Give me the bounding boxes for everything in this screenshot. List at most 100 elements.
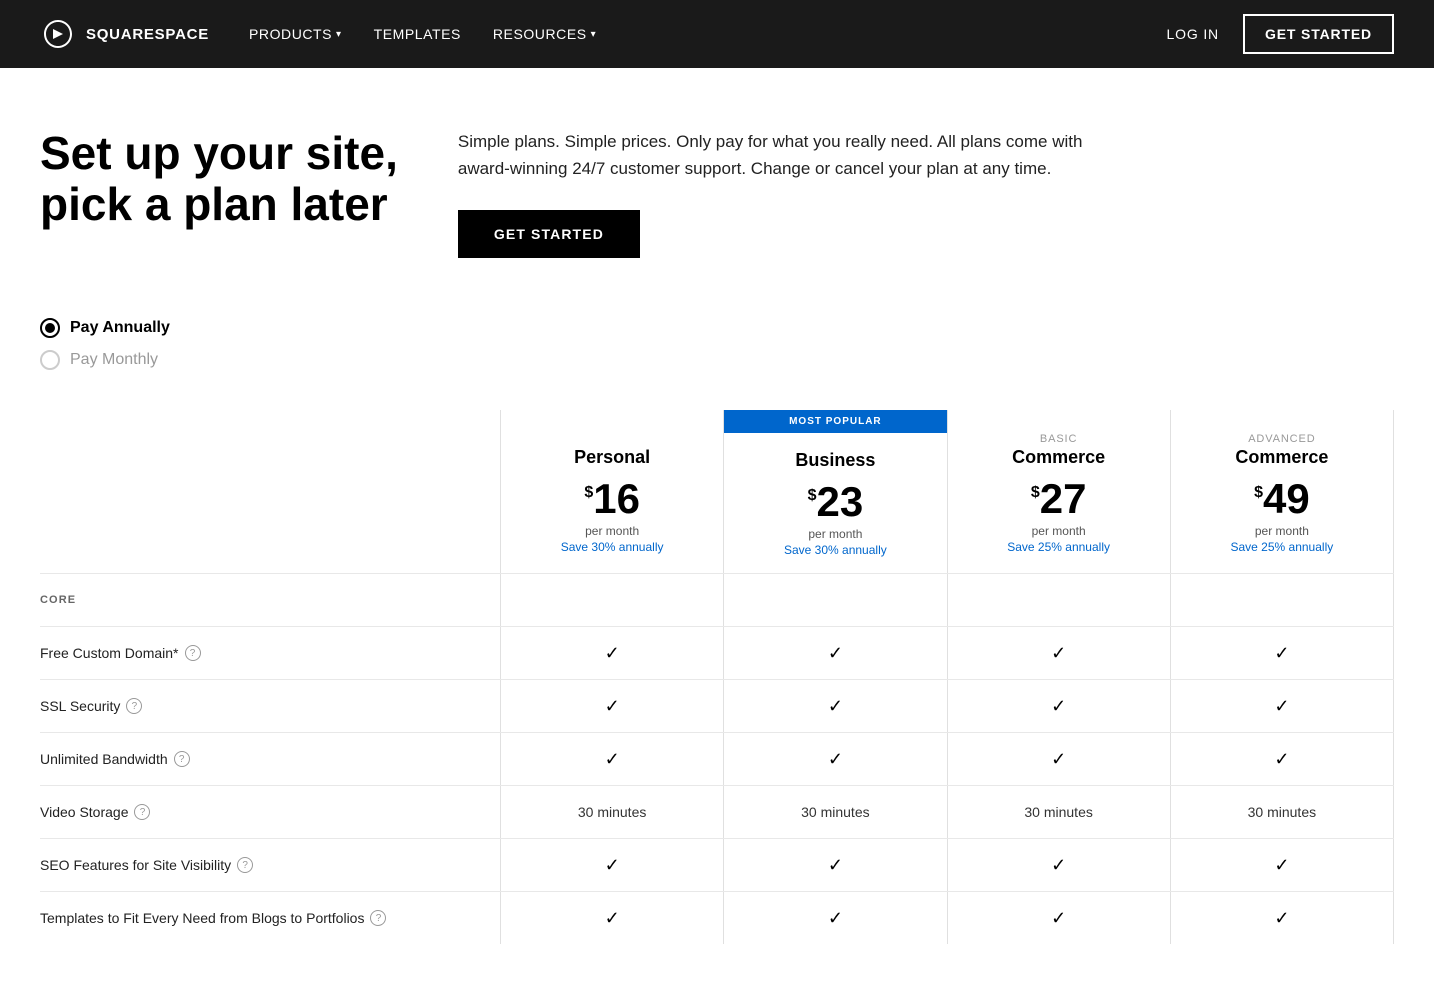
help-icon[interactable]: ?	[370, 910, 386, 926]
hero-right: Simple plans. Simple prices. Only pay fo…	[458, 128, 1394, 258]
logo-text: SQUARESPACE	[86, 26, 209, 43]
checkmark-icon: ✓	[605, 696, 620, 717]
plan-savings-commerce-advanced: Save 25% annually	[1231, 540, 1334, 554]
hero-left: Set up your site, pick a plan later	[40, 128, 398, 229]
hero-description: Simple plans. Simple prices. Only pay fo…	[458, 128, 1098, 182]
plan-amount-business: 23	[816, 481, 863, 523]
plan-cell-commerce-basic: ✓	[947, 733, 1170, 785]
navbar-right: LOG IN GET STARTED	[1167, 14, 1394, 54]
checkmark-icon: ✓	[1051, 855, 1066, 876]
plan-amount-personal: 16	[593, 478, 640, 520]
plan-dollar-commerce-basic: $	[1031, 484, 1040, 502]
logo[interactable]: SQUARESPACE	[40, 16, 209, 52]
help-icon[interactable]: ?	[134, 804, 150, 820]
help-icon[interactable]: ?	[174, 751, 190, 767]
feature-name: SSL Security	[40, 698, 120, 714]
pay-annually-label: Pay Annually	[70, 319, 170, 337]
plan-cell-commerce-basic: ✓	[947, 627, 1170, 679]
feature-name-cell: Unlimited Bandwidth ?	[40, 741, 500, 777]
plan-cell-personal: ✓	[500, 627, 723, 679]
feature-row: Templates to Fit Every Need from Blogs t…	[40, 891, 1394, 944]
feature-row: SSL Security ? ✓ ✓ ✓ ✓	[40, 679, 1394, 732]
plan-tier-commerce-basic: BASIC	[1040, 433, 1077, 445]
feature-value: 30 minutes	[578, 804, 646, 820]
plan-name-business: Business	[795, 450, 875, 471]
plan-cell-personal: 30 minutes	[500, 786, 723, 838]
checkmark-icon: ✓	[605, 855, 620, 876]
help-icon[interactable]: ?	[185, 645, 201, 661]
feature-name: Free Custom Domain*	[40, 645, 179, 661]
plan-cell-commerce-advanced: 30 minutes	[1170, 786, 1394, 838]
feature-name-cell: SEO Features for Site Visibility ?	[40, 847, 500, 883]
feature-row: Unlimited Bandwidth ? ✓✓✓✓	[40, 732, 1394, 785]
feature-name: Video Storage	[40, 804, 128, 820]
plan-cell-business: 30 minutes	[723, 786, 946, 838]
plan-savings-commerce-basic: Save 25% annually	[1007, 540, 1110, 554]
plan-cell-personal: ✓	[500, 839, 723, 891]
plan-cell-commerce-basic: ✓	[947, 839, 1170, 891]
checkmark-icon: ✓	[1051, 643, 1066, 664]
plan-cell-commerce-advanced: ✓	[1170, 680, 1394, 732]
plan-price-commerce-advanced: $ 49	[1254, 478, 1310, 520]
plan-period-commerce-basic: per month	[1032, 524, 1086, 538]
pay-annually-radio[interactable]	[40, 318, 60, 338]
nav-products[interactable]: PRODUCTS ▾	[249, 26, 342, 42]
chevron-down-icon: ▾	[336, 29, 342, 40]
plan-savings-personal: Save 30% annually	[561, 540, 664, 554]
get-started-nav-button[interactable]: GET STARTED	[1243, 14, 1394, 54]
section-cell-personal	[500, 574, 723, 626]
nav-templates[interactable]: TEMPLATES	[374, 26, 461, 42]
plan-name-commerce-advanced: Commerce	[1235, 447, 1328, 468]
plan-price-commerce-basic: $ 27	[1031, 478, 1087, 520]
feature-row: Video Storage ? 30 minutes 30 minutes 30 m…	[40, 785, 1394, 838]
plan-cell-business: ✓	[723, 839, 946, 891]
checkmark-icon: ✓	[605, 643, 620, 664]
checkmark-icon: ✓	[605, 908, 620, 929]
plan-cell-personal: ✓	[500, 680, 723, 732]
most-popular-badge: MOST POPULAR	[724, 410, 946, 433]
plan-col-personal: Personal $ 16 per month Save 30% annuall…	[500, 410, 723, 573]
section-cell-commerce-advanced	[1170, 574, 1394, 626]
feature-name-cell: Video Storage ?	[40, 794, 500, 830]
pay-monthly-option[interactable]: Pay Monthly	[40, 350, 1394, 370]
feature-name: SEO Features for Site Visibility	[40, 857, 231, 873]
feature-column	[40, 410, 500, 573]
section-label-cell: CORE	[40, 584, 500, 616]
pay-annually-option[interactable]: Pay Annually	[40, 318, 1394, 338]
hero-section: Set up your site, pick a plan later Simp…	[0, 68, 1434, 298]
checkmark-icon: ✓	[605, 749, 620, 770]
plan-header-personal: Personal $ 16 per month Save 30% annuall…	[501, 410, 723, 570]
plan-header-business: Business $ 23 per month Save 30% annuall…	[724, 410, 946, 573]
feature-name-cell: SSL Security ?	[40, 688, 500, 724]
plan-cell-business: ✓	[723, 680, 946, 732]
pricing-section: Pay Annually Pay Monthly Personal $ 16 p…	[0, 298, 1434, 984]
feature-value: 30 minutes	[1024, 804, 1092, 820]
get-started-hero-button[interactable]: GET STARTED	[458, 210, 640, 258]
navbar-left: SQUARESPACE PRODUCTS ▾ TEMPLATES RESOURC…	[40, 16, 596, 52]
plan-name-commerce-basic: Commerce	[1012, 447, 1105, 468]
checkmark-icon: ✓	[1051, 696, 1066, 717]
help-icon[interactable]: ?	[237, 857, 253, 873]
pay-monthly-label: Pay Monthly	[70, 351, 158, 369]
login-button[interactable]: LOG IN	[1167, 26, 1220, 42]
section-label-row: CORE	[40, 573, 1394, 626]
checkmark-icon: ✓	[1274, 749, 1289, 770]
help-icon[interactable]: ?	[126, 698, 142, 714]
checkmark-icon: ✓	[828, 908, 843, 929]
plan-dollar-business: $	[808, 487, 817, 505]
plan-col-commerce-advanced: ADVANCED Commerce $ 49 per month Save 25…	[1170, 410, 1394, 573]
navbar: SQUARESPACE PRODUCTS ▾ TEMPLATES RESOURC…	[0, 0, 1434, 68]
pay-monthly-radio[interactable]	[40, 350, 60, 370]
plan-period-personal: per month	[585, 524, 639, 538]
nav-resources[interactable]: RESOURCES ▾	[493, 26, 596, 42]
section-label: CORE	[40, 594, 76, 606]
plan-cell-personal: ✓	[500, 892, 723, 944]
plan-cell-commerce-advanced: ✓	[1170, 627, 1394, 679]
chevron-down-icon: ▾	[591, 29, 597, 40]
plan-col-commerce-basic: BASIC Commerce $ 27 per month Save 25% a…	[947, 410, 1170, 573]
feature-row: Free Custom Domain* ? ✓ ✓ ✓ ✓	[40, 626, 1394, 679]
feature-rows: CORE Free Custom Domain* ? ✓✓✓✓ SSL Secu…	[40, 573, 1394, 944]
plan-header-commerce-basic: BASIC Commerce $ 27 per month Save 25% a…	[948, 410, 1170, 570]
plan-cell-commerce-basic: ✓	[947, 680, 1170, 732]
checkmark-icon: ✓	[828, 643, 843, 664]
